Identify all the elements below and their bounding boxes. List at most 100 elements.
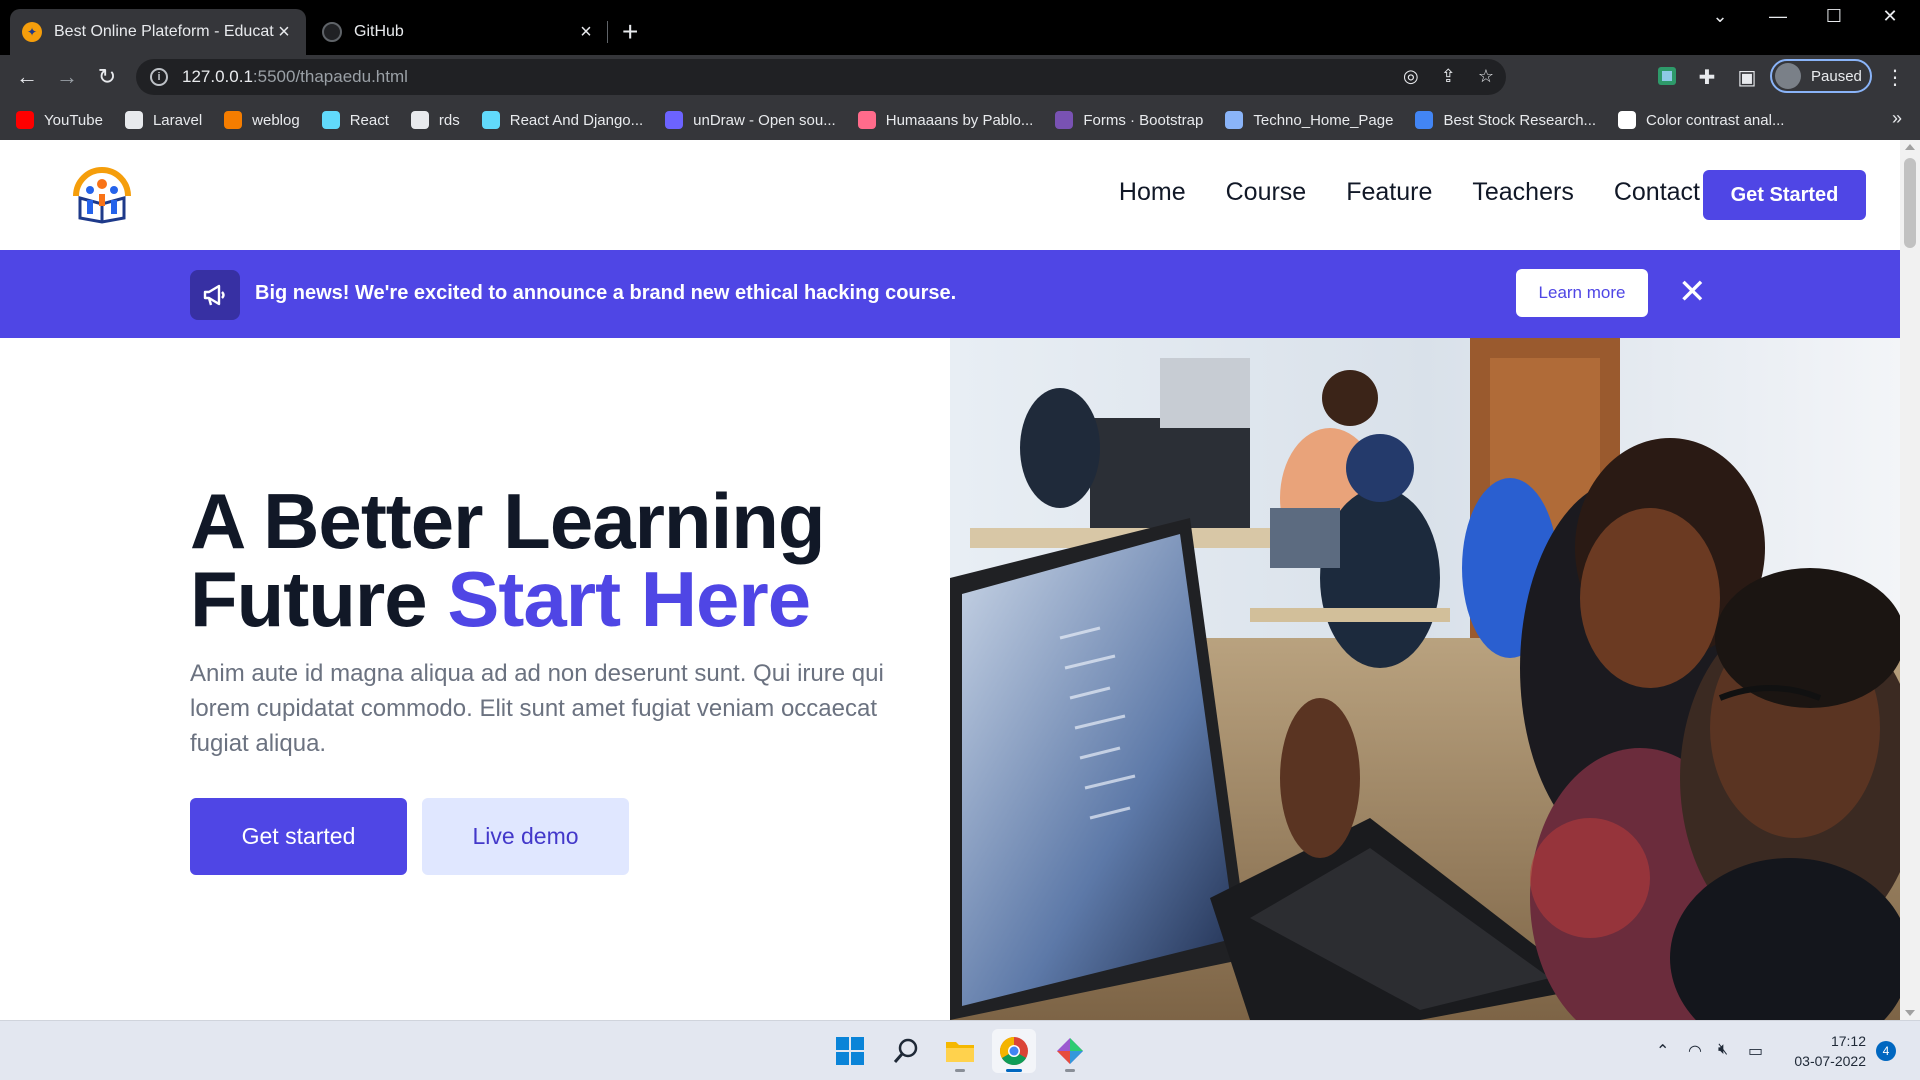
site-info-icon[interactable]: i	[150, 68, 168, 86]
scroll-down-icon[interactable]	[1905, 1010, 1915, 1016]
bookmark-item[interactable]: Color contrast anal...	[1618, 111, 1784, 129]
page-scrollbar[interactable]	[1900, 140, 1920, 1020]
bookmark-item[interactable]: Forms · Bootstrap	[1055, 111, 1203, 129]
live-demo-button[interactable]: Live demo	[422, 798, 629, 875]
back-button[interactable]: ←	[12, 62, 42, 92]
bookmark-item[interactable]: React	[321, 111, 389, 129]
bookmark-item[interactable]: unDraw - Open sou...	[665, 111, 836, 129]
bookmark-label: React	[349, 111, 389, 129]
notification-badge[interactable]: 4	[1876, 1041, 1896, 1061]
bookmark-label: rds	[438, 111, 460, 129]
site-header: Home Course Feature Teachers Contact Get…	[0, 140, 1900, 250]
search-icon	[893, 1038, 918, 1063]
nav-teachers[interactable]: Teachers	[1472, 178, 1573, 207]
clock-time: 17:12	[1830, 1033, 1866, 1049]
bookmark-label: YouTube	[44, 111, 103, 129]
tab-title: Best Online Plateform - Education	[54, 23, 274, 40]
bookmark-item[interactable]: Best Stock Research...	[1415, 111, 1596, 129]
running-indicator	[1065, 1069, 1075, 1072]
browser-tab-bar: ✦ Best Online Plateform - Education × Gi…	[0, 0, 1920, 55]
minimize-button[interactable]: —	[1758, 6, 1798, 27]
system-clock[interactable]: 17:12 03-07-2022	[1780, 1031, 1866, 1071]
bookmark-label: Humaaans by Pablo...	[885, 111, 1034, 129]
globe-icon	[410, 111, 429, 129]
address-bar[interactable]: i 127.0.0.1 :5500/thapaedu.html ◎ ⇪ ☆	[136, 59, 1506, 95]
bookmark-label: Best Stock Research...	[1443, 111, 1597, 129]
battery-icon[interactable]: ▭	[1748, 1041, 1763, 1061]
close-tab-icon[interactable]: ×	[274, 21, 294, 44]
site-favicon-icon: ✦	[22, 22, 42, 42]
get-started-nav-button[interactable]: Get Started	[1703, 170, 1866, 220]
banner-message: Big news! We're excited to announce a br…	[255, 282, 957, 304]
bookmark-item[interactable]: Humaaans by Pablo...	[857, 111, 1034, 129]
app-diamond-icon	[1057, 1038, 1083, 1064]
dismiss-banner-icon[interactable]: ✕	[1678, 272, 1707, 312]
webpage: Home Course Feature Teachers Contact Get…	[0, 140, 1900, 1020]
bookmark-item[interactable]: YouTube	[16, 111, 103, 129]
chrome-taskbar-button[interactable]	[992, 1029, 1036, 1073]
scrollbar-thumb[interactable]	[1904, 158, 1916, 248]
learn-more-button[interactable]: Learn more	[1516, 269, 1648, 317]
megaphone-icon	[190, 270, 240, 320]
announcement-banner: Big news! We're excited to announce a br…	[0, 250, 1900, 338]
tab-search-icon[interactable]: ⌄	[1700, 6, 1740, 27]
file-explorer-button[interactable]	[938, 1029, 982, 1073]
bookmark-item[interactable]: Techno_Home_Page	[1225, 111, 1393, 129]
page-icon	[1225, 111, 1244, 129]
new-tab-button[interactable]: +	[622, 14, 638, 50]
bookmark-star-icon[interactable]: ☆	[1478, 66, 1494, 87]
menu-kebab-icon[interactable]: ⋮	[1882, 65, 1908, 91]
tab-title: GitHub	[354, 23, 404, 40]
extension-icon[interactable]	[1654, 65, 1680, 91]
wifi-icon[interactable]: ◠	[1688, 1041, 1702, 1061]
close-window-button[interactable]: ✕	[1870, 6, 1910, 27]
maximize-button[interactable]: ☐	[1814, 6, 1854, 27]
browser-toolbar: ← → ↻ i 127.0.0.1 :5500/thapaedu.html ◎ …	[0, 55, 1920, 100]
hero-title-line1: A Better Learning	[190, 477, 826, 565]
bookmark-label: Forms · Bootstrap	[1083, 111, 1204, 129]
omnibox-actions: ◎ ⇪ ☆	[1403, 66, 1494, 87]
get-started-button[interactable]: Get started	[190, 798, 407, 875]
hero-title: A Better Learning Future Start Here	[190, 482, 826, 638]
contrast-icon	[1618, 111, 1637, 129]
bookmark-item[interactable]: Laravel	[124, 111, 202, 129]
nav-home[interactable]: Home	[1119, 178, 1186, 207]
puzzle-extensions-icon[interactable]: ✚	[1694, 65, 1720, 91]
youtube-icon	[16, 111, 34, 129]
bookmark-item[interactable]: weblog	[224, 111, 300, 129]
tab-github[interactable]: GitHub ×	[310, 9, 608, 55]
site-logo-icon[interactable]	[70, 162, 134, 226]
main-nav: Home Course Feature Teachers Contact	[1119, 178, 1700, 207]
side-panel-icon[interactable]: ▣	[1734, 65, 1760, 91]
share-icon[interactable]: ⇪	[1441, 66, 1456, 87]
volume-muted-icon[interactable]: 🔇︎	[1718, 1041, 1728, 1059]
github-icon	[322, 22, 342, 42]
url-path: :5500/thapaedu.html	[252, 67, 408, 86]
chevron-up-icon[interactable]: ⌃	[1656, 1041, 1669, 1061]
profile-button[interactable]: Paused	[1770, 59, 1872, 93]
hero-description: Anim aute id magna aliqua ad ad non dese…	[190, 660, 884, 757]
scroll-up-icon[interactable]	[1905, 144, 1915, 150]
bootstrap-icon	[1055, 111, 1074, 129]
folder-icon	[946, 1042, 974, 1062]
search-button[interactable]	[884, 1029, 928, 1073]
eye-off-icon[interactable]: ◎	[1403, 66, 1419, 87]
forward-button[interactable]: →	[52, 62, 82, 92]
hero-title-accent: Start Here	[447, 555, 811, 643]
app-taskbar-button[interactable]	[1048, 1029, 1092, 1073]
nav-feature[interactable]: Feature	[1346, 178, 1432, 207]
blogger-icon	[224, 111, 243, 129]
bookmark-item[interactable]: React And Django...	[481, 111, 644, 129]
hero-image	[950, 338, 1900, 1020]
start-button[interactable]	[828, 1029, 872, 1073]
bookmark-label: Color contrast anal...	[1646, 111, 1785, 129]
nav-contact[interactable]: Contact	[1614, 178, 1700, 207]
bookmark-item[interactable]: rds	[410, 111, 460, 129]
bookmark-label: React And Django...	[509, 111, 644, 129]
close-tab-icon[interactable]: ×	[576, 21, 596, 44]
nav-course[interactable]: Course	[1226, 178, 1307, 207]
circle-icon	[1415, 111, 1434, 129]
tab-active[interactable]: ✦ Best Online Plateform - Education ×	[10, 9, 306, 55]
reload-button[interactable]: ↻	[92, 62, 122, 92]
more-bookmarks-icon[interactable]: »	[1892, 108, 1902, 129]
